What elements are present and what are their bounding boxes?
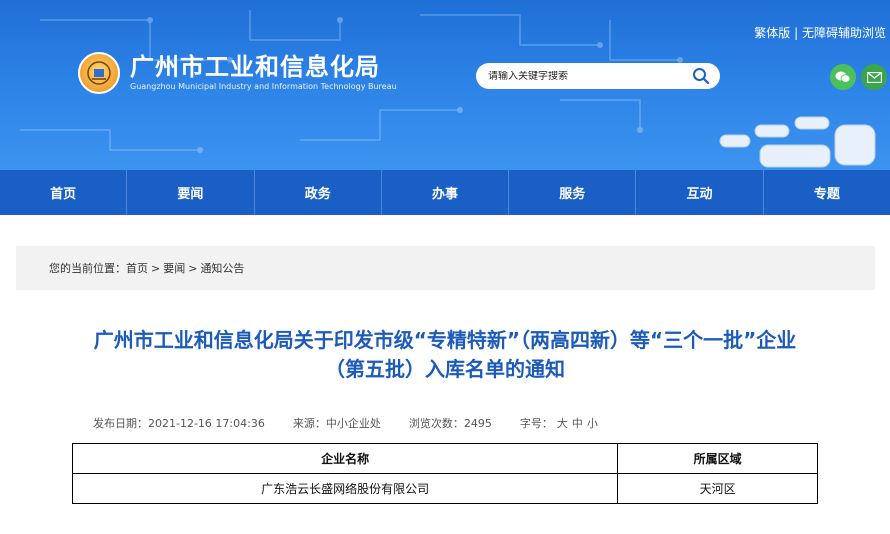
search-input[interactable] xyxy=(488,70,678,82)
article-title-line2: （第五批）入库名单的通知 xyxy=(325,357,565,381)
table-row: 广东浩云长盛网络股份有限公司 天河区 xyxy=(71,473,818,504)
wechat-icon xyxy=(835,71,851,83)
nav-item-services-affairs[interactable]: 办事 xyxy=(382,170,510,215)
robot-hand-illustration xyxy=(719,116,876,168)
breadcrumb-separator: > xyxy=(188,261,198,275)
cell-district: 天河区 xyxy=(617,473,818,504)
city-emblem-icon xyxy=(78,52,120,94)
traditional-chinese-link[interactable]: 繁体版 xyxy=(754,26,790,40)
header-company-name: 企业名称 xyxy=(71,443,619,474)
nav-item-news[interactable]: 要闻 xyxy=(127,170,255,215)
article-meta: 发布日期：2021-12-16 17:04:36 来源：中小企业处 浏览次数：2… xyxy=(93,415,598,431)
breadcrumb: 您的当前位置： 首页 > 要闻 > 通知公告 xyxy=(16,246,875,290)
article-title: 广州市工业和信息化局关于印发市级“专精特新”（两高四新）等“三个一批”企业 （第… xyxy=(20,326,870,384)
breadcrumb-separator: > xyxy=(151,261,161,275)
font-size-small[interactable]: 小 xyxy=(587,415,598,431)
search-box xyxy=(476,63,720,89)
cell-company-name: 广东浩云长盛网络股份有限公司 xyxy=(71,473,619,504)
breadcrumb-notices[interactable]: 通知公告 xyxy=(200,260,244,276)
font-size-label: 字号： xyxy=(519,417,553,430)
breadcrumb-prefix: 您的当前位置： xyxy=(49,262,126,275)
site-header: 广州市工业和信息化局 Guangzhou Municipal Industry … xyxy=(0,0,890,170)
article-source: 来源：中小企业处 xyxy=(292,417,381,430)
mail-icon xyxy=(866,71,882,83)
wechat-button[interactable] xyxy=(830,64,856,90)
nav-item-interaction[interactable]: 互动 xyxy=(636,170,764,215)
view-count: 浏览次数：2495 xyxy=(408,417,492,430)
site-logo[interactable]: 广州市工业和信息化局 Guangzhou Municipal Industry … xyxy=(78,52,397,94)
breadcrumb-home[interactable]: 首页 xyxy=(126,260,148,276)
breadcrumb-news[interactable]: 要闻 xyxy=(163,260,185,276)
enterprise-table: 企业名称 所属区域 广东浩云长盛网络股份有限公司 天河区 xyxy=(71,443,818,504)
publish-date: 发布日期：2021-12-16 17:04:36 xyxy=(93,417,265,430)
font-size-large[interactable]: 大 xyxy=(557,415,568,431)
accessibility-link[interactable]: 无障碍辅助浏览 xyxy=(802,26,886,40)
header-district: 所属区域 xyxy=(617,443,818,474)
table-header-row: 企业名称 所属区域 xyxy=(71,443,818,474)
main-nav: 首页 要闻 政务 办事 服务 互动 专题 xyxy=(0,170,890,215)
search-icon[interactable] xyxy=(692,67,710,85)
nav-item-topics[interactable]: 专题 xyxy=(764,170,890,215)
nav-item-services[interactable]: 服务 xyxy=(509,170,637,215)
article-title-line1: 广州市工业和信息化局关于印发市级“专精特新”（两高四新）等“三个一批”企业 xyxy=(93,328,797,352)
nav-item-government[interactable]: 政务 xyxy=(255,170,382,215)
site-title: 广州市工业和信息化局 xyxy=(130,53,380,81)
top-links: 繁体版 | 无障碍辅助浏览 xyxy=(754,24,886,41)
nav-item-home[interactable]: 首页 xyxy=(0,170,128,215)
mail-button[interactable] xyxy=(861,64,887,90)
font-size-medium[interactable]: 中 xyxy=(572,415,583,431)
link-separator: | xyxy=(794,26,799,40)
site-title-en: Guangzhou Municipal Industry and Informa… xyxy=(130,82,397,91)
